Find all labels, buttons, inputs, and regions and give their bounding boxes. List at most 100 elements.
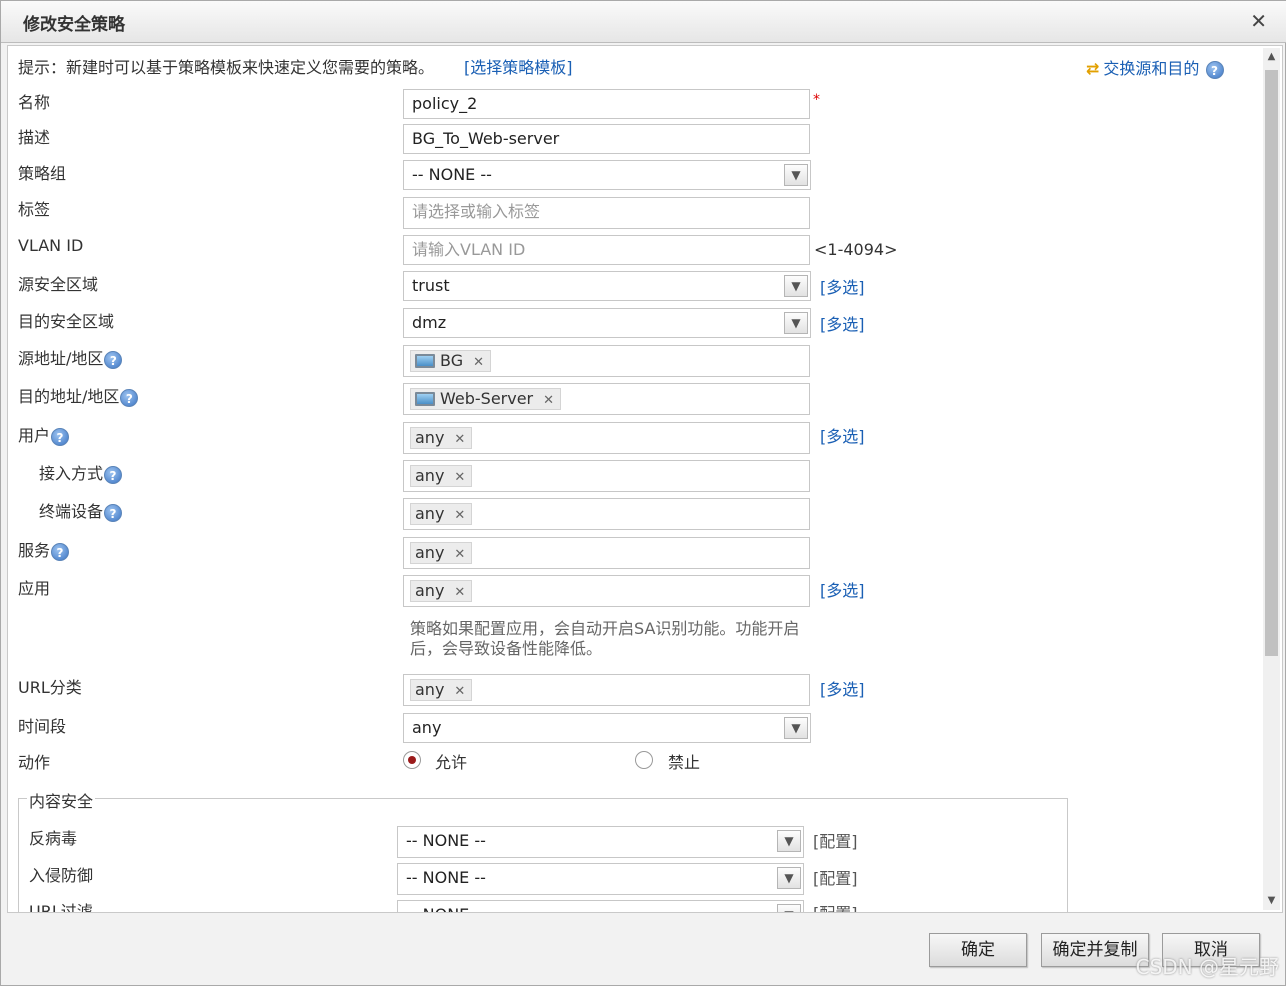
source-address-field[interactable]: BG ✕ xyxy=(403,345,810,377)
action-deny-label[interactable]: 禁止 xyxy=(668,749,700,773)
antivirus-select[interactable]: -- NONE -- ▼ xyxy=(397,826,804,858)
time-range-label: 时间段 xyxy=(18,717,67,736)
action-permit-label[interactable]: 允许 xyxy=(435,749,467,773)
access-method-label: 接入方式? xyxy=(39,460,123,484)
source-zone-label: 源安全区域 xyxy=(18,275,99,294)
ips-value: -- NONE -- xyxy=(406,868,486,887)
swap-link-label: 交换源和目的 xyxy=(1103,59,1200,78)
chevron-down-icon[interactable]: ▼ xyxy=(777,904,801,912)
ips-config-link[interactable]: [配置] xyxy=(813,865,858,889)
user-field[interactable]: any ✕ xyxy=(403,422,810,454)
application-field[interactable]: any ✕ xyxy=(403,575,810,607)
source-zone-select[interactable]: trust ▼ xyxy=(403,271,811,301)
chevron-down-icon[interactable]: ▼ xyxy=(784,164,808,186)
watermark-text: CSDN @星元野 xyxy=(1135,955,1279,979)
ok-and-copy-button[interactable]: 确定并复制 xyxy=(1041,933,1149,967)
time-range-select[interactable]: any ▼ xyxy=(403,713,811,743)
name-label: 名称 xyxy=(18,93,51,112)
swap-src-dst-link[interactable]: ⇄ 交换源和目的 ? xyxy=(1086,55,1224,79)
url-filter-config-link[interactable]: [配置] xyxy=(813,900,858,912)
antivirus-config-link[interactable]: [配置] xyxy=(813,828,858,852)
help-icon[interactable]: ? xyxy=(120,388,139,407)
policy-group-select[interactable]: -- NONE -- ▼ xyxy=(403,160,811,190)
service-label: 服务? xyxy=(18,537,70,561)
source-address-tag-label: BG xyxy=(440,351,464,370)
help-icon[interactable]: ? xyxy=(1205,60,1224,79)
chevron-down-icon[interactable]: ▼ xyxy=(777,867,801,889)
action-permit-radio[interactable] xyxy=(403,751,421,769)
terminal-device-field[interactable]: any ✕ xyxy=(403,498,810,530)
hint-text: 提示：新建时可以基于策略模板来快速定义您需要的策略。 xyxy=(18,58,435,77)
ips-select[interactable]: -- NONE -- ▼ xyxy=(397,863,804,895)
destination-zone-value: dmz xyxy=(412,313,447,332)
remove-icon[interactable]: ✕ xyxy=(473,355,484,370)
access-method-field[interactable]: any ✕ xyxy=(403,460,810,492)
dialog-title: 修改安全策略 xyxy=(23,15,125,35)
application-label: 应用 xyxy=(18,579,51,598)
terminal-device-label-text: 终端设备 xyxy=(39,502,104,521)
computer-icon xyxy=(415,354,435,368)
help-icon[interactable]: ? xyxy=(104,350,123,369)
url-filter-select[interactable]: -- NONE -- ▼ xyxy=(397,900,804,912)
application-tag: any ✕ xyxy=(410,580,473,602)
application-note-line1: 策略如果配置应用，会自动开启SA识别功能。功能开启 xyxy=(410,619,800,638)
ips-label: 入侵防御 xyxy=(29,866,94,885)
required-mark: * xyxy=(813,92,820,108)
dialog-content[interactable]: 提示：新建时可以基于策略模板来快速定义您需要的策略。 [选择策略模板] ⇄ 交换源… xyxy=(7,45,1283,913)
url-category-multiselect-link[interactable]: [多选] xyxy=(820,676,865,700)
vertical-scrollbar[interactable]: ▲ ▼ xyxy=(1263,48,1280,910)
terminal-device-tag: any ✕ xyxy=(410,503,473,525)
application-note-line2: 后，会导致设备性能降低。 xyxy=(410,639,603,658)
destination-zone-multiselect-link[interactable]: [多选] xyxy=(820,311,865,335)
scroll-thumb[interactable] xyxy=(1265,70,1278,656)
remove-icon[interactable]: ✕ xyxy=(454,585,465,600)
application-multiselect-link[interactable]: [多选] xyxy=(820,577,865,601)
destination-address-tag: Web-Server ✕ xyxy=(410,388,562,410)
service-label-text: 服务 xyxy=(18,541,51,560)
destination-zone-select[interactable]: dmz ▼ xyxy=(403,308,811,338)
help-icon[interactable]: ? xyxy=(104,503,123,522)
close-icon[interactable]: ✕ xyxy=(1250,9,1267,33)
vlan-id-input[interactable]: 请输入VLAN ID xyxy=(403,235,810,265)
chevron-down-icon[interactable]: ▼ xyxy=(777,830,801,852)
service-field[interactable]: any ✕ xyxy=(403,537,810,569)
help-icon[interactable]: ? xyxy=(104,465,123,484)
user-tag-label: any xyxy=(415,428,445,447)
user-multiselect-link[interactable]: [多选] xyxy=(820,423,865,447)
url-category-field[interactable]: any ✕ xyxy=(403,674,810,706)
user-label-text: 用户 xyxy=(18,426,51,445)
chevron-down-icon[interactable]: ▼ xyxy=(784,275,808,297)
remove-icon[interactable]: ✕ xyxy=(454,547,465,562)
action-deny-radio[interactable] xyxy=(635,751,653,769)
select-template-link[interactable]: [选择策略模板] xyxy=(464,54,573,78)
ok-button[interactable]: 确定 xyxy=(929,933,1027,967)
remove-icon[interactable]: ✕ xyxy=(454,470,465,485)
help-icon[interactable]: ? xyxy=(51,542,70,561)
remove-icon[interactable]: ✕ xyxy=(454,684,465,699)
remove-icon[interactable]: ✕ xyxy=(543,393,554,408)
source-zone-multiselect-link[interactable]: [多选] xyxy=(820,274,865,298)
access-method-tag-label: any xyxy=(415,466,445,485)
destination-address-field[interactable]: Web-Server ✕ xyxy=(403,383,810,415)
chevron-down-icon[interactable]: ▼ xyxy=(784,312,808,334)
vlan-id-label: VLAN ID xyxy=(18,236,84,255)
destination-address-label: 目的地址/地区? xyxy=(18,383,139,407)
content-security-group: 内容安全 反病毒 -- NONE -- ▼ [配置] 入侵防御 -- NONE … xyxy=(18,788,1068,913)
url-category-label: URL分类 xyxy=(18,678,82,697)
description-field[interactable]: BG_To_Web-server xyxy=(403,124,810,154)
terminal-device-label: 终端设备? xyxy=(39,498,123,522)
user-label: 用户? xyxy=(18,422,70,446)
scroll-up-arrow-icon[interactable]: ▲ xyxy=(1263,48,1280,66)
chevron-down-icon[interactable]: ▼ xyxy=(784,717,808,739)
help-icon[interactable]: ? xyxy=(51,427,70,446)
scroll-down-arrow-icon[interactable]: ▼ xyxy=(1263,892,1280,910)
url-filter-label: URL过滤 xyxy=(29,902,93,913)
name-field[interactable]: policy_2 xyxy=(403,89,810,119)
remove-icon[interactable]: ✕ xyxy=(454,508,465,523)
remove-icon[interactable]: ✕ xyxy=(454,432,465,447)
dialog-titlebar[interactable]: 修改安全策略 ✕ xyxy=(1,1,1286,43)
tag-label: 标签 xyxy=(18,200,51,219)
tag-input[interactable]: 请选择或输入标签 xyxy=(403,197,810,229)
application-tag-label: any xyxy=(415,581,445,600)
destination-address-label-text: 目的地址/地区 xyxy=(18,387,120,406)
